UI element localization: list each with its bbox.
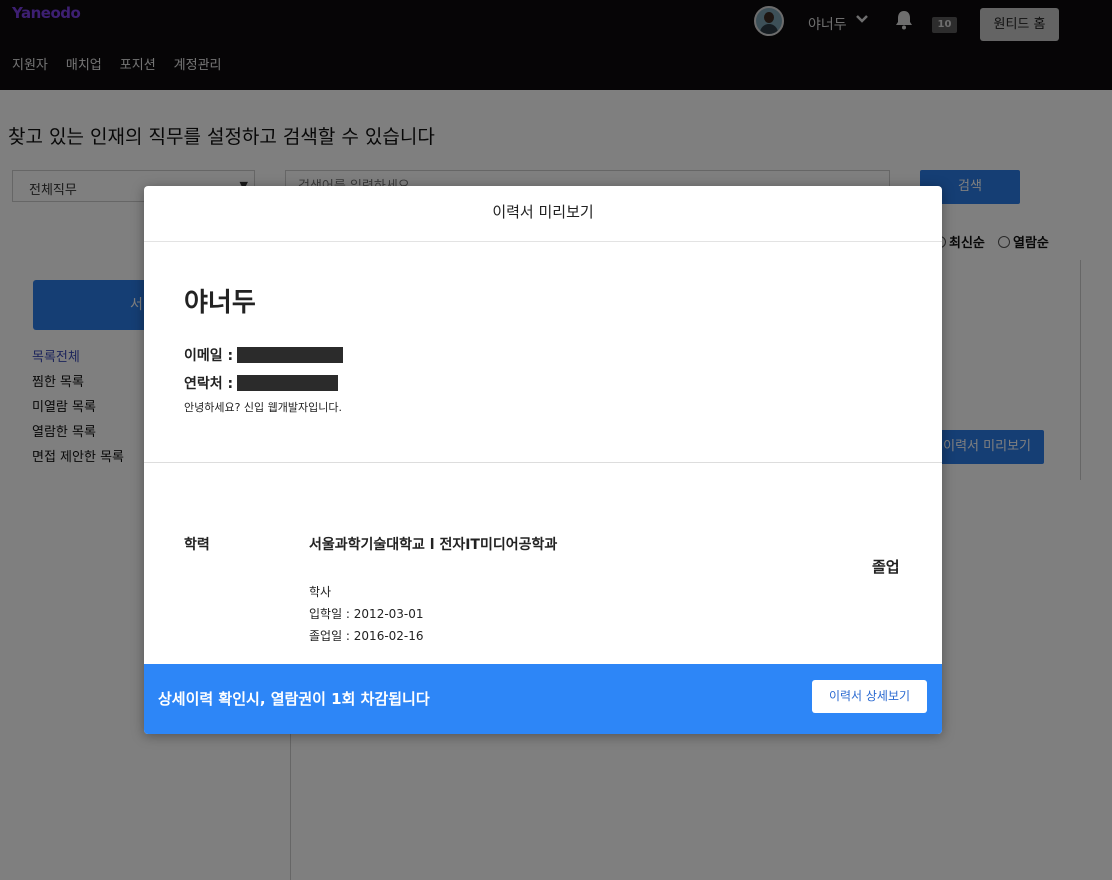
candidate-name: 야너두: [184, 288, 256, 318]
email-redacted: [237, 347, 344, 363]
graduation-date: 졸업일 : 2016-02-16: [309, 629, 424, 643]
education-label: 학력: [184, 537, 210, 553]
resume-detail-button[interactable]: 이력서 상세보기: [812, 680, 927, 713]
resume-preview-modal: 이력서 미리보기 야너두 이메일 : 연락처 : 안녕하세요? 신입 웹개발자입…: [144, 186, 942, 734]
school-name: 서울과학기술대학교 l 전자IT미디어공학과: [309, 537, 558, 553]
phone-row: 연락처 :: [184, 373, 339, 393]
admission-date: 입학일 : 2012-03-01: [309, 607, 424, 621]
graduation-status: 졸업: [872, 558, 900, 576]
phone-redacted: [237, 375, 339, 391]
modal-title: 이력서 미리보기: [144, 186, 942, 242]
footer-notice: 상세이력 확인시, 열람권이 1회 차감됩니다: [158, 690, 430, 708]
modal-footer: 상세이력 확인시, 열람권이 1회 차감됩니다 이력서 상세보기: [144, 664, 942, 734]
section-divider: [144, 462, 942, 463]
email-row: 이메일 :: [184, 345, 344, 365]
phone-label: 연락처 :: [184, 376, 234, 392]
degree: 학사: [309, 585, 332, 599]
intro-text: 안녕하세요? 신입 웹개발자입니다.: [184, 401, 343, 414]
email-label: 이메일 :: [184, 348, 234, 364]
